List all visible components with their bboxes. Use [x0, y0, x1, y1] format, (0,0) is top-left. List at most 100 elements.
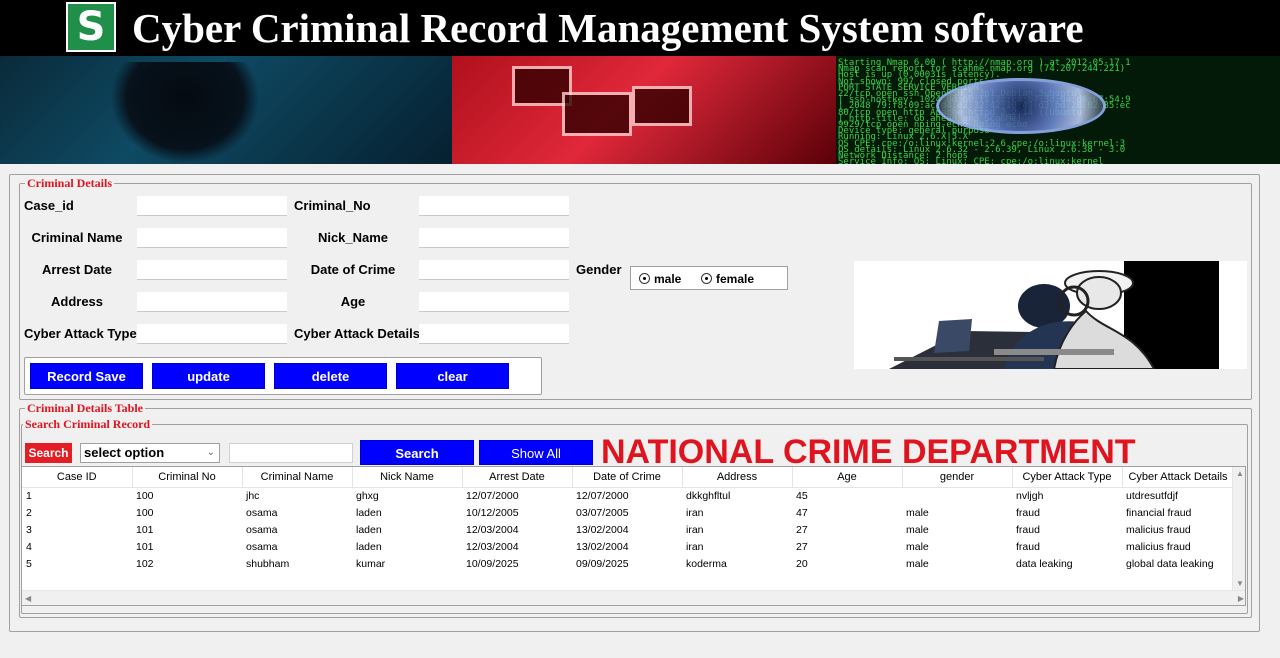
arrest-date-input[interactable] — [137, 260, 287, 280]
table-cell: malicius fraud — [1126, 540, 1191, 553]
table-cell: financial fraud — [1126, 506, 1192, 519]
gender-male-radio[interactable]: male — [639, 272, 681, 286]
cyber-police-illustration — [854, 261, 1247, 369]
app-title: Cyber Criminal Record Management System … — [132, 5, 1084, 51]
criminal-no-input[interactable] — [419, 196, 569, 216]
column-header[interactable]: Address — [682, 467, 793, 488]
table-cell: fraud — [1016, 523, 1040, 536]
police-hacker-icon — [889, 261, 1219, 369]
table-cell: 4 — [26, 540, 32, 553]
radio-indicator — [701, 273, 712, 284]
search-legend: Search Criminal Record — [23, 417, 153, 431]
table-cell: data leaking — [1016, 557, 1073, 570]
gender-male-label: male — [654, 272, 682, 286]
show-all-button[interactable]: Show All — [479, 440, 593, 465]
criminal-details-legend: Criminal Details — [25, 176, 114, 190]
column-header[interactable]: Criminal No — [132, 467, 243, 488]
date-of-crime-input[interactable] — [419, 260, 569, 280]
table-cell: 27 — [796, 540, 808, 553]
column-header[interactable]: gender — [902, 467, 1013, 488]
table-cell: 12/07/2000 — [576, 489, 629, 502]
table-cell: global data leaking — [1126, 557, 1214, 570]
case-id-input[interactable] — [137, 196, 287, 216]
table-cell: iran — [686, 506, 704, 519]
clear-button[interactable]: clear — [396, 363, 509, 389]
date-of-crime-label: Date of Crime — [310, 262, 396, 277]
cyber-attack-details-input[interactable] — [419, 324, 569, 344]
gender-label: Gender — [576, 262, 622, 277]
table-cell: 100 — [136, 489, 154, 502]
table-cell: laden — [356, 540, 382, 553]
search-button[interactable]: Search — [360, 440, 474, 465]
delete-button[interactable]: delete — [274, 363, 387, 389]
table-cell: malicius fraud — [1126, 523, 1191, 536]
horizontal-scrollbar[interactable]: ◀ ▶ — [22, 590, 1245, 605]
table-cell: 20 — [796, 557, 808, 570]
scroll-down-icon[interactable]: ▼ — [1236, 579, 1244, 588]
criminal-name-input[interactable] — [137, 228, 287, 248]
scroll-up-icon[interactable]: ▲ — [1236, 469, 1244, 478]
table-cell: dkkghfltul — [686, 489, 731, 502]
vertical-scrollbar[interactable]: ▲ ▼ — [1232, 467, 1245, 590]
table-cell: 1 — [26, 489, 32, 502]
table-row[interactable]: 1 100 jhc ghxg 12/07/2000 12/07/2000 dkkghfltu… — [22, 487, 1234, 504]
select-value: select option — [84, 445, 165, 460]
scroll-left-icon[interactable]: ◀ — [25, 594, 31, 603]
table-row[interactable]: 4 101 osama laden 12/03/2004 13/02/2004 iran 27… — [22, 538, 1234, 555]
logo-letter: S — [68, 4, 114, 50]
column-header[interactable]: Arrest Date — [462, 467, 573, 488]
column-header[interactable]: Criminal Name — [242, 467, 353, 488]
column-header[interactable]: Cyber Attack Type — [1012, 467, 1123, 488]
table-row[interactable]: 2 100 osama laden 10/12/2005 03/07/2005 iran 47… — [22, 504, 1234, 521]
column-header[interactable]: Nick Name — [352, 467, 463, 488]
cyber-attack-details-label: Cyber Attack Details — [294, 326, 420, 341]
table-cell: utdresutfdjf — [1126, 489, 1178, 502]
age-input[interactable] — [419, 292, 569, 312]
eye-icon — [936, 78, 1106, 134]
criminal-records-table[interactable]: Case ID Criminal No Criminal Name Nick Name… — [21, 466, 1246, 606]
table-cell: laden — [356, 523, 382, 536]
table-cell: ghxg — [356, 489, 379, 502]
case-id-label: Case_id — [24, 198, 74, 213]
table-cell: osama — [246, 506, 278, 519]
scroll-right-icon[interactable]: ▶ — [1238, 594, 1244, 603]
nick-name-input[interactable] — [419, 228, 569, 248]
table-cell: male — [906, 557, 929, 570]
table-body: 1 100 jhc ghxg 12/07/2000 12/07/2000 dkkghfltu… — [22, 487, 1234, 572]
column-header[interactable]: Cyber Attack Details — [1122, 467, 1235, 488]
table-cell: kumar — [356, 557, 386, 570]
column-header[interactable]: Age — [792, 467, 903, 488]
search-field-select[interactable]: select option ⌄ — [80, 443, 220, 463]
table-cell: 10/12/2005 — [466, 506, 519, 519]
gender-female-radio[interactable]: female — [701, 272, 754, 286]
nick-name-label: Nick_Name — [317, 230, 389, 245]
table-cell: fraud — [1016, 540, 1040, 553]
app-logo: S — [66, 2, 116, 52]
column-header[interactable]: Case ID — [22, 467, 133, 488]
table-cell: 3 — [26, 523, 32, 536]
table-row[interactable]: 3 101 osama laden 12/03/2004 13/02/2004 iran 27… — [22, 521, 1234, 538]
table-cell: 12/03/2004 — [466, 540, 519, 553]
table-cell: 03/07/2005 — [576, 506, 629, 519]
table-cell: fraud — [1016, 506, 1040, 519]
column-header[interactable]: Date of Crime — [572, 467, 683, 488]
table-cell: laden — [356, 506, 382, 519]
table-cell: osama — [246, 523, 278, 536]
table-cell: 101 — [136, 540, 154, 553]
table-cell — [902, 487, 1012, 504]
chevron-down-icon: ⌄ — [206, 447, 215, 458]
record-save-button[interactable]: Record Save — [30, 363, 143, 389]
table-cell: 13/02/2004 — [576, 523, 629, 536]
criminal-no-label: Criminal_No — [294, 198, 371, 213]
terminal-eye-banner-image: Starting Nmap 6.00 ( http://nmap.org ) a… — [836, 56, 1280, 164]
table-cell: male — [906, 540, 929, 553]
update-button[interactable]: update — [152, 363, 265, 389]
table-row[interactable]: 5 102 shubham kumar 10/09/2025 09/09/2025 kode… — [22, 555, 1234, 572]
app-header: S Cyber Criminal Record Management Syste… — [0, 0, 1280, 56]
search-tag-label: Search — [25, 443, 72, 463]
cyber-attack-type-input[interactable] — [137, 324, 287, 344]
search-input[interactable] — [229, 443, 353, 463]
address-input[interactable] — [137, 292, 287, 312]
age-label: Age — [340, 294, 366, 309]
radio-indicator — [639, 273, 650, 284]
